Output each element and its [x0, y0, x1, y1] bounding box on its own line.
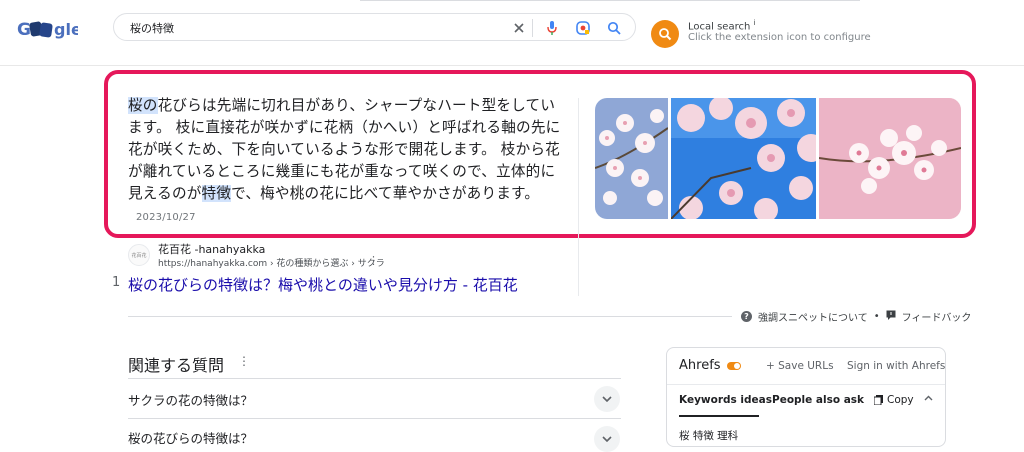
about-snippets-link[interactable]: 強調スニペットについて	[758, 309, 868, 324]
svg-text:G: G	[17, 20, 31, 40]
top-divider	[360, 0, 860, 1]
tab-keywords-ideas[interactable]: Keywords ideas	[679, 394, 772, 406]
google-doodle-logo[interactable]: G gle	[16, 14, 78, 42]
paa-divider	[128, 378, 621, 379]
copy-icon	[874, 395, 883, 405]
snippet-text-part: 桜の	[128, 97, 158, 114]
more-options-icon[interactable]: ⋮	[368, 254, 379, 267]
copy-label: Copy	[887, 394, 914, 406]
sign-in-link[interactable]: Sign in with Ahrefs	[847, 360, 945, 372]
svg-text:gle: gle	[54, 20, 78, 39]
snippet-text-part: 特徴	[201, 185, 232, 202]
snippet-date: 2023/10/27	[136, 212, 196, 223]
microphone-icon[interactable]	[543, 19, 561, 37]
cherry-blossom-blue-sky-image[interactable]	[671, 98, 816, 219]
keyword-row[interactable]: 桜 特徴 理科	[679, 428, 738, 443]
search-divider	[532, 19, 533, 37]
snippet-image-strip[interactable]	[595, 98, 961, 219]
paa-question[interactable]: サクラの花の特徴は？	[128, 390, 253, 409]
site-name[interactable]: 花百花 -hanahyakka	[158, 241, 265, 257]
local-search-subtitle: Click the extension icon to configure	[688, 32, 871, 43]
help-icon[interactable]: ?	[741, 311, 752, 322]
ahrefs-brand: Ahrefs	[679, 358, 741, 373]
result-title-link[interactable]: 桜の花びらの特徴は？梅や桃との違いや見分け方 - 花百花	[128, 274, 518, 295]
lens-icon[interactable]	[574, 19, 592, 37]
cherry-blossom-closeup-image[interactable]	[595, 98, 668, 219]
site-favicon: 花百花	[128, 244, 150, 266]
paa-more-icon[interactable]: ⋮	[238, 354, 250, 368]
save-urls-button[interactable]: + Save URLs	[766, 360, 834, 372]
cherry-blossom-pink-image[interactable]	[819, 98, 961, 219]
chevron-up-icon[interactable]	[924, 394, 933, 404]
separator-dot: •	[873, 311, 880, 322]
featured-snippet-text: 桜の花びらは先端に切れ目があり、シャープなハート型をしています。 枝に直接花が咲…	[128, 95, 568, 229]
search-input[interactable]: 桜の特徴	[130, 20, 174, 36]
section-divider	[128, 316, 732, 317]
snippet-divider	[578, 98, 579, 296]
copy-button[interactable]: Copy	[874, 394, 914, 406]
feedback-icon[interactable]	[886, 310, 896, 323]
top-bar: G gle 桜の特徴 Local search i Click the exte…	[0, 0, 1024, 66]
feedback-link[interactable]: フィードバック	[902, 309, 972, 324]
ahrefs-divider	[667, 384, 945, 385]
local-search-title: Local search i	[688, 19, 756, 33]
snippet-feedback-row: ? 強調スニペットについて • フィードバック	[741, 309, 971, 324]
clear-icon[interactable]	[510, 19, 528, 37]
chevron-down-icon[interactable]	[594, 386, 620, 412]
paa-divider	[128, 418, 621, 419]
local-search-icon[interactable]	[651, 20, 679, 48]
paa-title: 関連する質問	[128, 356, 225, 375]
snippet-text-part: で、梅や桃の花に比べて華やかさがあります。	[231, 185, 540, 202]
paa-question[interactable]: 桜の花びらの特徴は？	[128, 428, 253, 447]
result-rank: 1	[112, 275, 121, 290]
site-url[interactable]: https://hanahyakka.com › 花の種類から選ぶ › サクラ	[158, 256, 385, 269]
active-tab-indicator	[679, 415, 759, 417]
ahrefs-toggle[interactable]	[726, 361, 741, 370]
tab-people-also-ask[interactable]: People also ask	[772, 394, 864, 406]
search-icon[interactable]	[605, 19, 623, 37]
ahrefs-panel: Ahrefs + Save URLs Sign in with Ahrefs K…	[666, 347, 946, 447]
chevron-down-icon[interactable]	[594, 426, 620, 452]
search-box[interactable]: 桜の特徴	[113, 13, 636, 41]
ahrefs-title: Ahrefs	[679, 358, 721, 373]
